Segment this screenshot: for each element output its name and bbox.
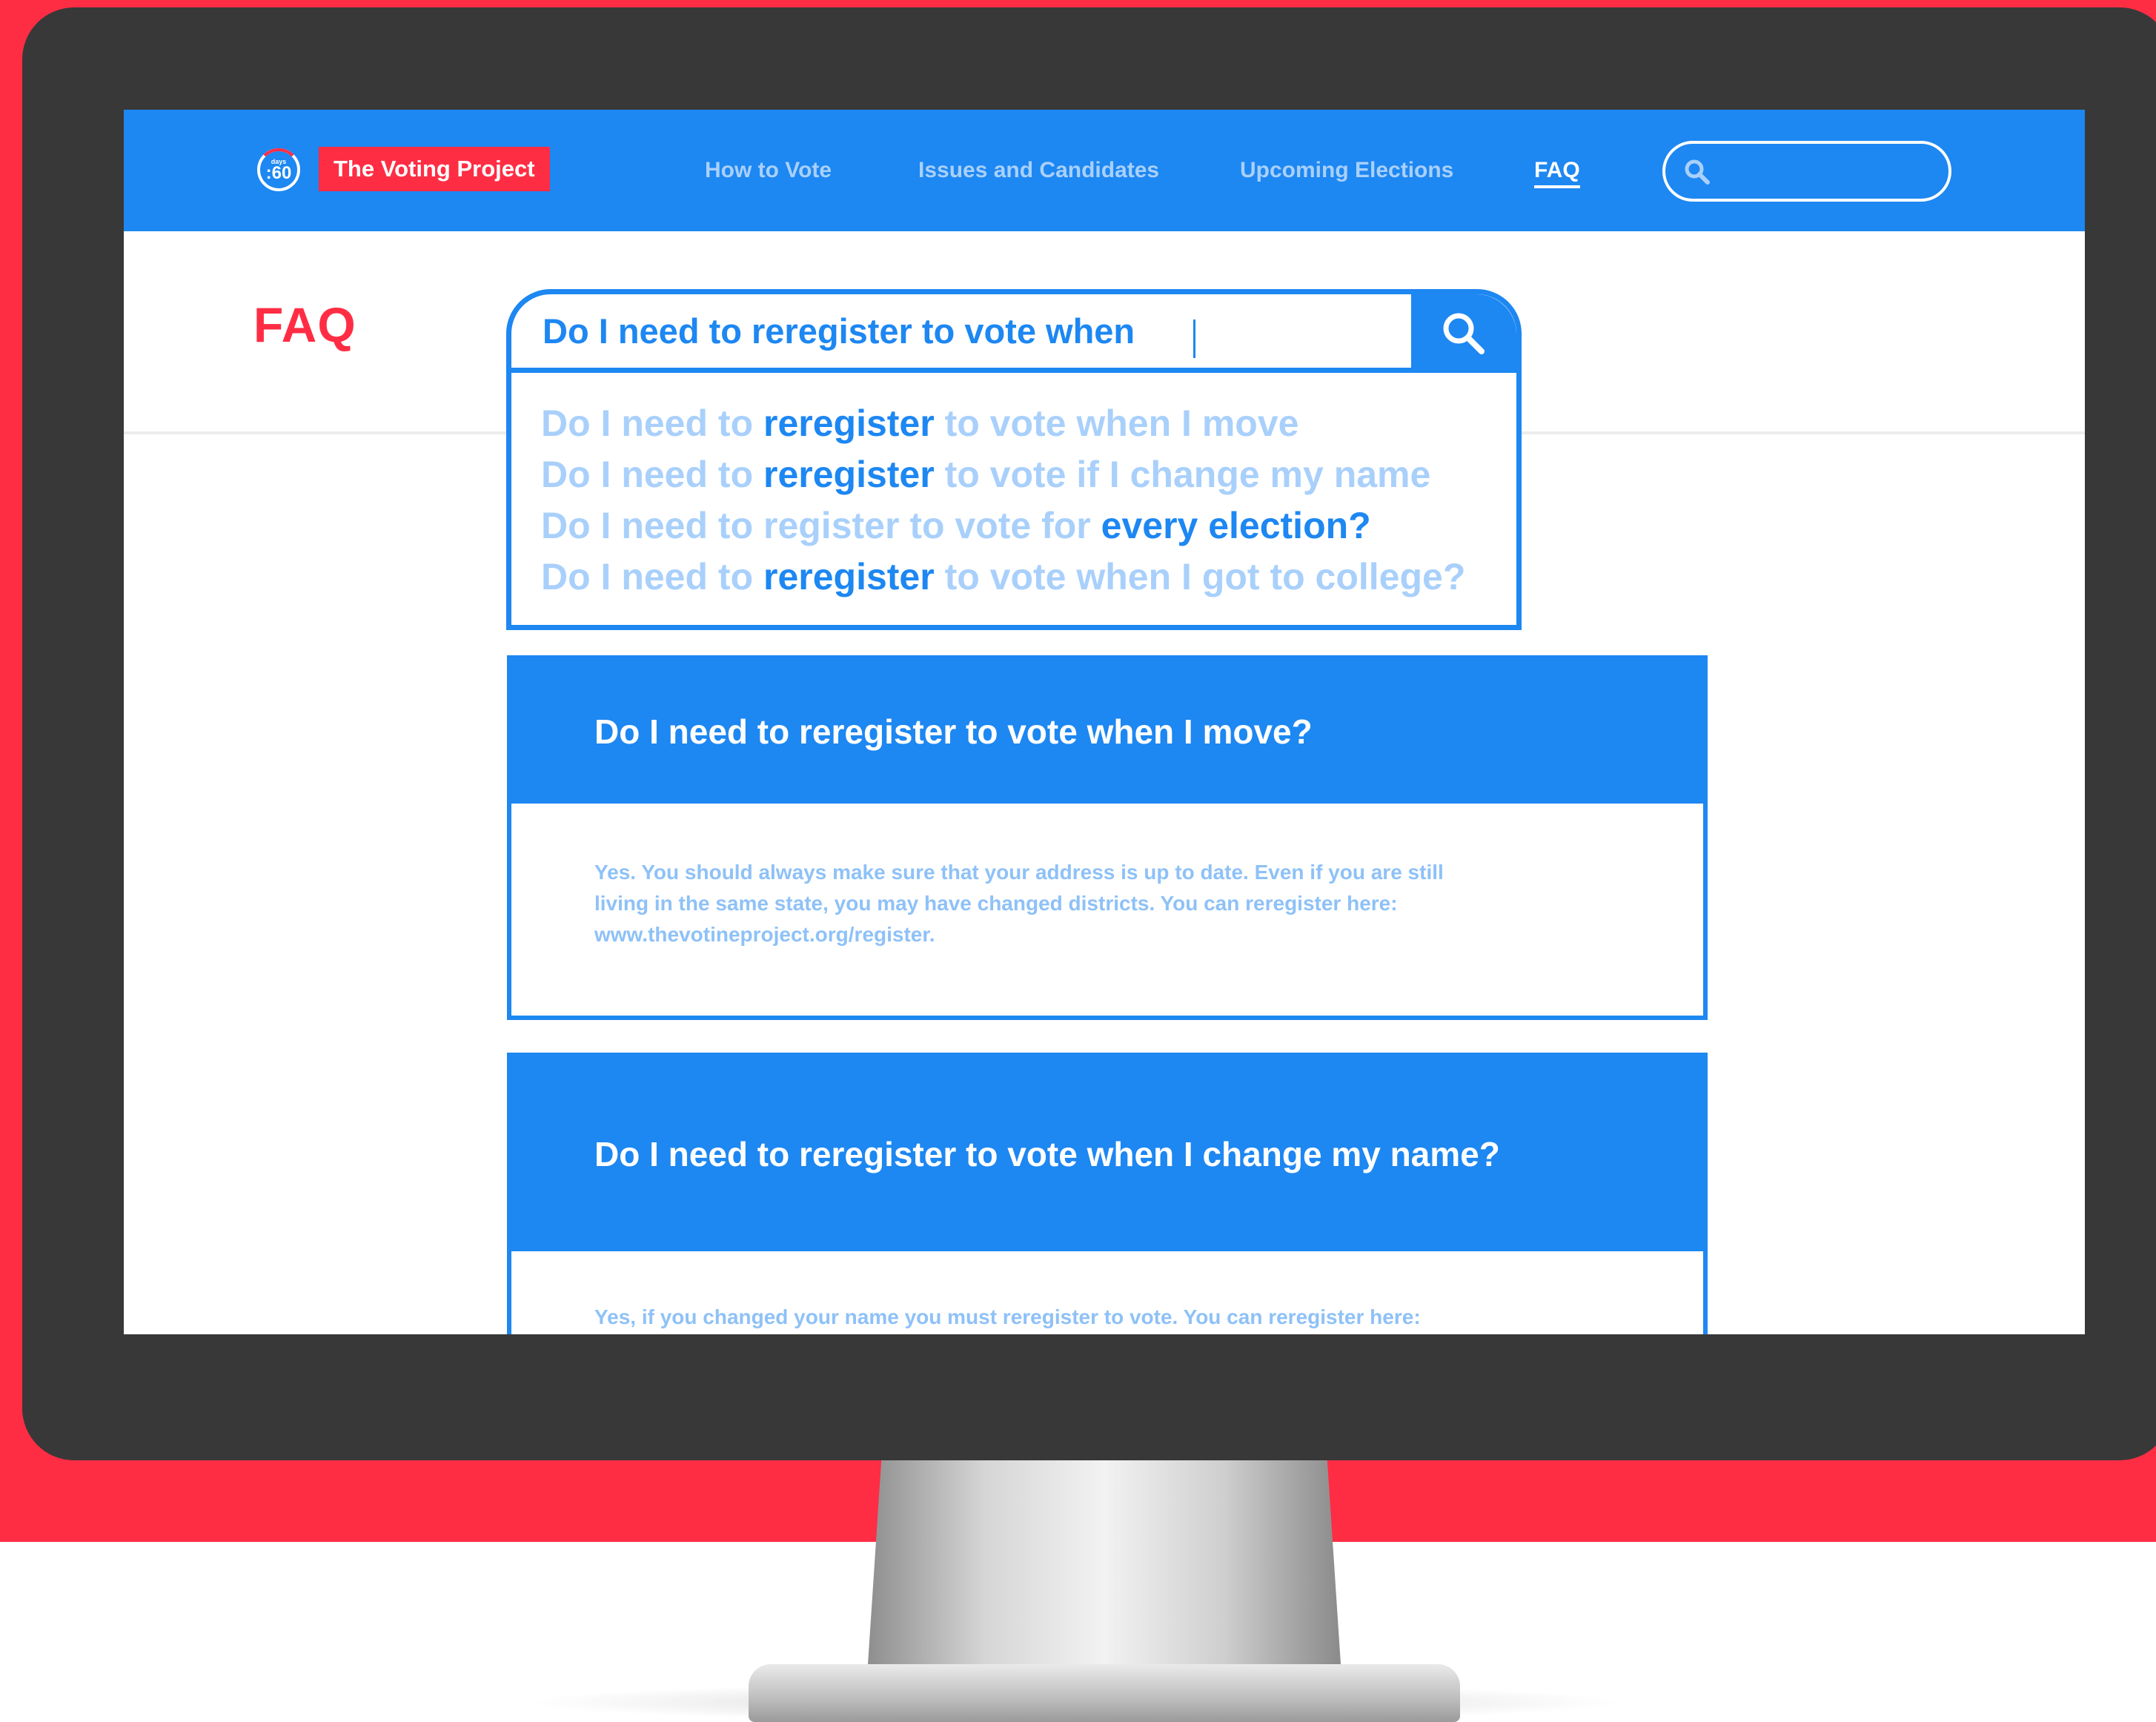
screen: days :60 The Voting Project How to Vote …	[124, 110, 2085, 1334]
suggestion-text: to vote when I move	[934, 403, 1299, 444]
faq-answer: Yes, if you changed your name you must r…	[594, 1305, 1421, 1328]
suggestion-text: Do I need to	[541, 454, 763, 495]
suggestion-text: to vote if I change my name	[934, 454, 1431, 495]
suggestion-highlight: reregister	[763, 454, 935, 495]
search-suggestion[interactable]: Do I need to reregister to vote if I cha…	[541, 449, 1512, 500]
faq-question[interactable]: Do I need to reregister to vote when I m…	[511, 660, 1703, 804]
faq-card: Do I need to reregister to vote when I c…	[507, 1053, 1708, 1334]
top-navigation-bar: days :60 The Voting Project How to Vote …	[124, 110, 2085, 231]
suggestion-text: Do I need to	[541, 556, 763, 597]
suggestion-list: Do I need to reregister to vote when I m…	[541, 398, 1512, 603]
page-title: FAQ	[253, 297, 356, 352]
nav-issues-and-candidates[interactable]: Issues and Candidates	[918, 154, 1159, 187]
suggestion-text: Do I need to	[541, 403, 763, 444]
search-icon	[1443, 313, 1485, 354]
monitor-stand	[867, 1460, 1341, 1675]
monitor-stand-base	[749, 1664, 1460, 1722]
search-suggestion[interactable]: Do I need to register to vote for every …	[541, 500, 1512, 552]
brand-name[interactable]: The Voting Project	[319, 147, 550, 191]
suggestion-text: to vote when I got to college?	[934, 556, 1466, 597]
suggestion-highlight: reregister	[763, 403, 935, 444]
search-suggestion[interactable]: Do I need to reregister to vote when I m…	[541, 398, 1512, 449]
faq-search-input[interactable]	[511, 294, 1411, 373]
suggestion-highlight: reregister	[763, 556, 935, 597]
faq-answer: Yes. You should always make sure that yo…	[594, 861, 1444, 946]
search-icon	[1685, 159, 1710, 185]
search-suggestion[interactable]: Do I need to reregister to vote when I g…	[541, 552, 1512, 603]
logo-arc	[257, 148, 300, 191]
nav-faq[interactable]: FAQ	[1534, 154, 1580, 188]
suggestion-text: Do I need to register to vote for	[541, 505, 1101, 546]
faq-card: Do I need to reregister to vote when I m…	[507, 655, 1708, 1020]
faq-question[interactable]: Do I need to reregister to vote when I c…	[511, 1057, 1703, 1251]
header-search-input[interactable]	[1662, 141, 1951, 202]
faq-search-button[interactable]	[1411, 294, 1516, 373]
logo[interactable]: days :60	[257, 148, 300, 191]
faq-search-box: Do I need to reregister to vote when I m…	[506, 289, 1522, 630]
text-cursor	[1193, 319, 1195, 358]
suggestion-highlight: every election?	[1101, 505, 1371, 546]
nav-upcoming-elections[interactable]: Upcoming Elections	[1240, 154, 1453, 187]
nav-how-to-vote[interactable]: How to Vote	[705, 154, 832, 187]
